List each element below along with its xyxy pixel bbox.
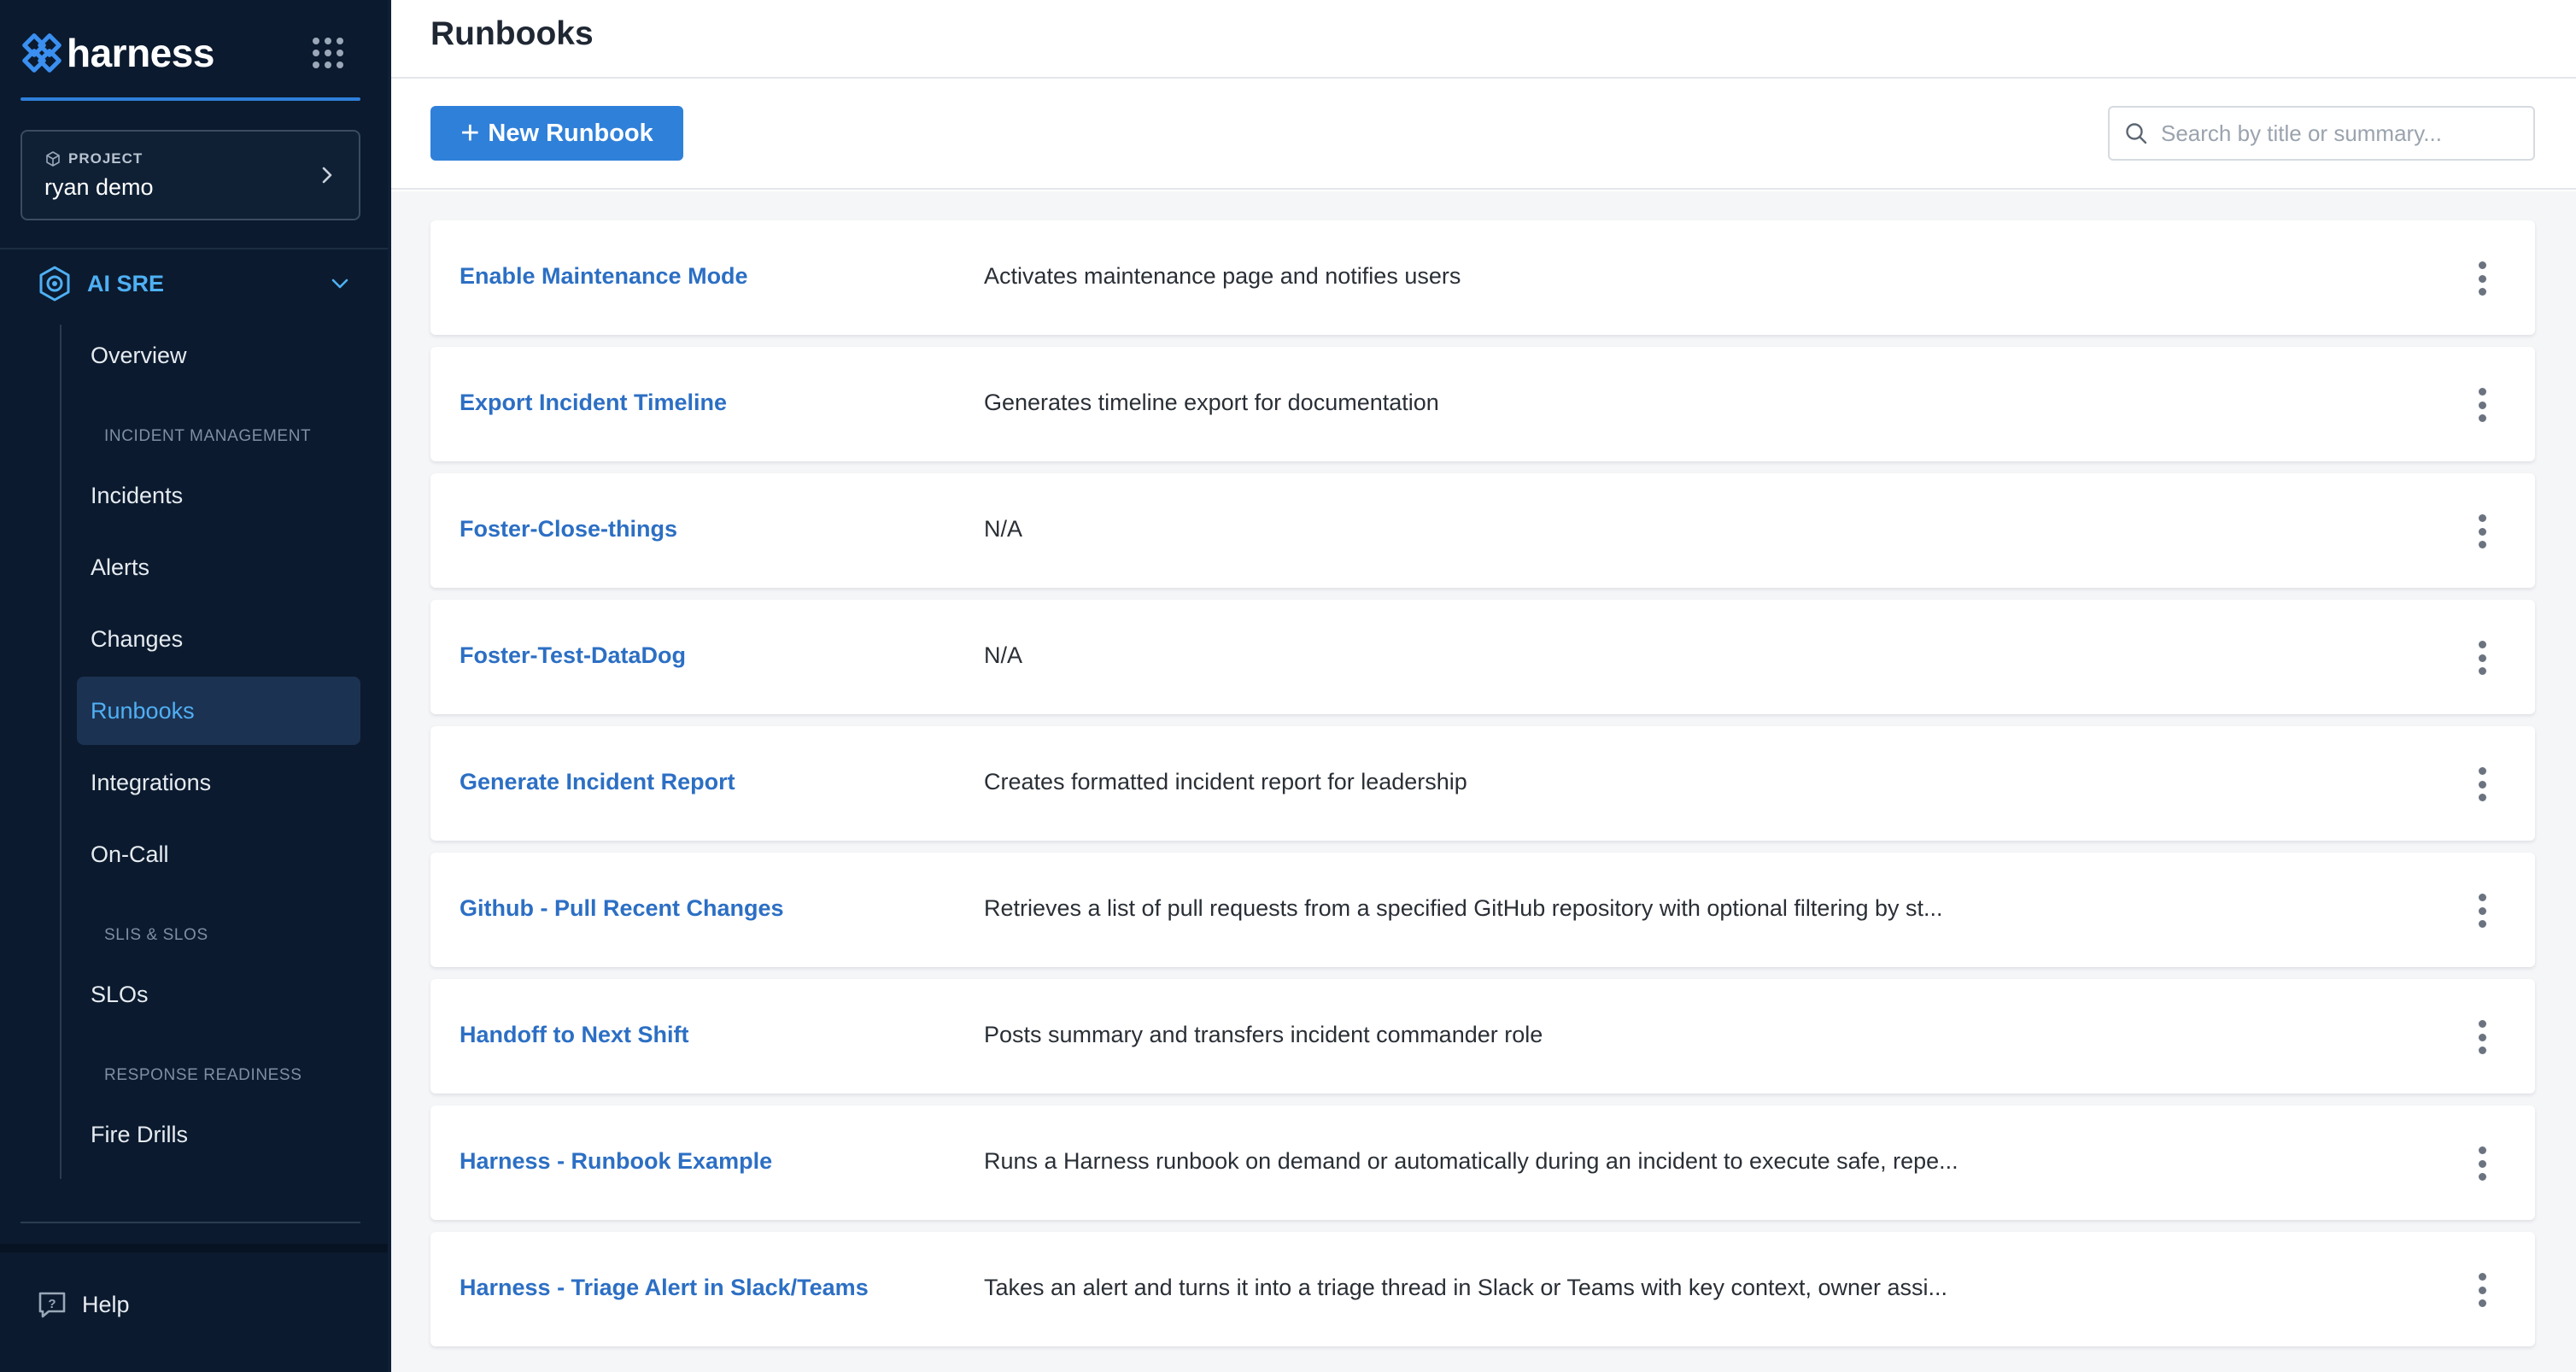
runbook-row[interactable]: Harness - Runbook Example Runs a Harness… (430, 1105, 2535, 1220)
runbook-summary: Posts summary and transfers incident com… (984, 1022, 1543, 1047)
project-label: PROJECT (68, 150, 143, 167)
runbook-title-link[interactable]: Foster-Close-things (460, 516, 677, 542)
runbook-summary: Generates timeline export for documentat… (984, 390, 1439, 415)
toolbar: + New Runbook (391, 79, 2576, 190)
section-incident-management: INCIDENT MANAGEMENT (104, 427, 312, 445)
runbook-row[interactable]: Enable Maintenance Mode Activates mainte… (430, 220, 2535, 335)
sidebar-item-fire-drills[interactable]: Fire Drills (77, 1100, 360, 1169)
sidebar-item-changes[interactable]: Changes (77, 605, 360, 673)
more-vertical-icon[interactable] (2474, 1273, 2491, 1307)
sidebar-bottom-band (0, 1244, 388, 1252)
runbook-summary: Activates maintenance page and notifies … (984, 263, 1461, 289)
runbook-row[interactable]: Generate Incident Report Creates formatt… (430, 726, 2535, 841)
runbook-row[interactable]: Foster-Close-things N/A (430, 473, 2535, 588)
ai-sre-icon (39, 266, 70, 302)
app-grid-icon[interactable] (313, 38, 343, 68)
sidebar-item-alerts[interactable]: Alerts (77, 533, 360, 601)
more-vertical-icon[interactable] (2474, 641, 2491, 675)
project-label-row: PROJECT (44, 150, 143, 167)
search-icon (2126, 123, 2147, 144)
section-slis-slos: SLIS & SLOS (104, 926, 208, 944)
help-label: Help (82, 1291, 130, 1317)
sidebar-bottom-divider (20, 1222, 360, 1223)
nav-tree-line (60, 325, 61, 1179)
runbook-title-link[interactable]: Foster-Test-DataDog (460, 642, 686, 669)
runbook-title-link[interactable]: Harness - Runbook Example (460, 1148, 772, 1175)
more-vertical-icon[interactable] (2474, 261, 2491, 296)
sidebar-item-slos[interactable]: SLOs (77, 960, 360, 1029)
module-ai-sre[interactable]: AI SRE (36, 261, 360, 306)
page-header: Runbooks (391, 0, 2576, 79)
sidebar-item-incidents[interactable]: Incidents (77, 461, 360, 530)
module-label: AI SRE (87, 270, 165, 296)
runbook-title-link[interactable]: Generate Incident Report (460, 769, 735, 795)
more-vertical-icon[interactable] (2474, 1020, 2491, 1054)
runbook-list: Enable Maintenance Mode Activates mainte… (391, 191, 2576, 1372)
search-box[interactable] (2108, 106, 2535, 161)
sidebar-item-overview[interactable]: Overview (77, 321, 360, 390)
runbook-summary: Creates formatted incident report for le… (984, 769, 1467, 794)
runbook-title-link[interactable]: Harness - Triage Alert in Slack/Teams (460, 1275, 869, 1301)
new-runbook-label: New Runbook (488, 119, 653, 147)
runbook-summary: Runs a Harness runbook on demand or auto… (984, 1148, 1958, 1174)
more-vertical-icon[interactable] (2474, 1146, 2491, 1181)
runbook-summary: Retrieves a list of pull requests from a… (984, 895, 1943, 921)
brand[interactable]: harness (19, 26, 214, 80)
runbook-row[interactable]: Handoff to Next Shift Posts summary and … (430, 979, 2535, 1093)
runbook-row[interactable]: Export Incident Timeline Generates timel… (430, 347, 2535, 461)
sidebar-item-runbooks[interactable]: Runbooks (77, 677, 360, 745)
chevron-down-icon[interactable] (328, 272, 352, 296)
brand-underline (20, 97, 360, 101)
more-vertical-icon[interactable] (2474, 894, 2491, 928)
section-response-readiness: RESPONSE READINESS (104, 1066, 302, 1084)
more-vertical-icon[interactable] (2474, 514, 2491, 548)
help-chat-icon: ? (38, 1292, 66, 1318)
brand-name: harness (67, 31, 214, 75)
runbook-row[interactable]: Foster-Test-DataDog N/A (430, 600, 2535, 714)
runbook-title-link[interactable]: Enable Maintenance Mode (460, 263, 748, 290)
sidebar: harness PROJECT ryan demo AI SRE Overvie… (0, 0, 388, 1372)
sidebar-item-on-call[interactable]: On-Call (77, 820, 360, 888)
runbook-summary: N/A (984, 516, 1023, 542)
svg-text:?: ? (48, 1297, 56, 1311)
help-button[interactable]: ? Help (36, 1288, 130, 1321)
runbook-summary: N/A (984, 642, 1023, 668)
runbook-title-link[interactable]: Github - Pull Recent Changes (460, 895, 784, 922)
new-runbook-button[interactable]: + New Runbook (430, 106, 683, 161)
more-vertical-icon[interactable] (2474, 388, 2491, 422)
runbook-summary: Takes an alert and turns it into a triag… (984, 1275, 1948, 1300)
harness-logo-icon (22, 33, 61, 73)
project-name: ryan demo (44, 174, 154, 200)
runbook-title-link[interactable]: Handoff to Next Shift (460, 1022, 688, 1048)
project-selector[interactable]: PROJECT ryan demo (20, 130, 360, 220)
chevron-right-icon (322, 167, 332, 184)
sidebar-item-integrations[interactable]: Integrations (77, 748, 360, 817)
sidebar-divider (0, 248, 388, 249)
search-input[interactable] (2161, 120, 2520, 147)
main-content: Runbooks + New Runbook Enable Maintenanc… (391, 0, 2576, 1372)
runbook-title-link[interactable]: Export Incident Timeline (460, 390, 727, 416)
more-vertical-icon[interactable] (2474, 767, 2491, 801)
runbook-row[interactable]: Harness - Triage Alert in Slack/Teams Ta… (430, 1232, 2535, 1346)
runbook-row[interactable]: Github - Pull Recent Changes Retrieves a… (430, 853, 2535, 967)
cube-icon (46, 151, 60, 167)
page-title: Runbooks (430, 15, 594, 52)
plus-icon: + (460, 115, 480, 151)
